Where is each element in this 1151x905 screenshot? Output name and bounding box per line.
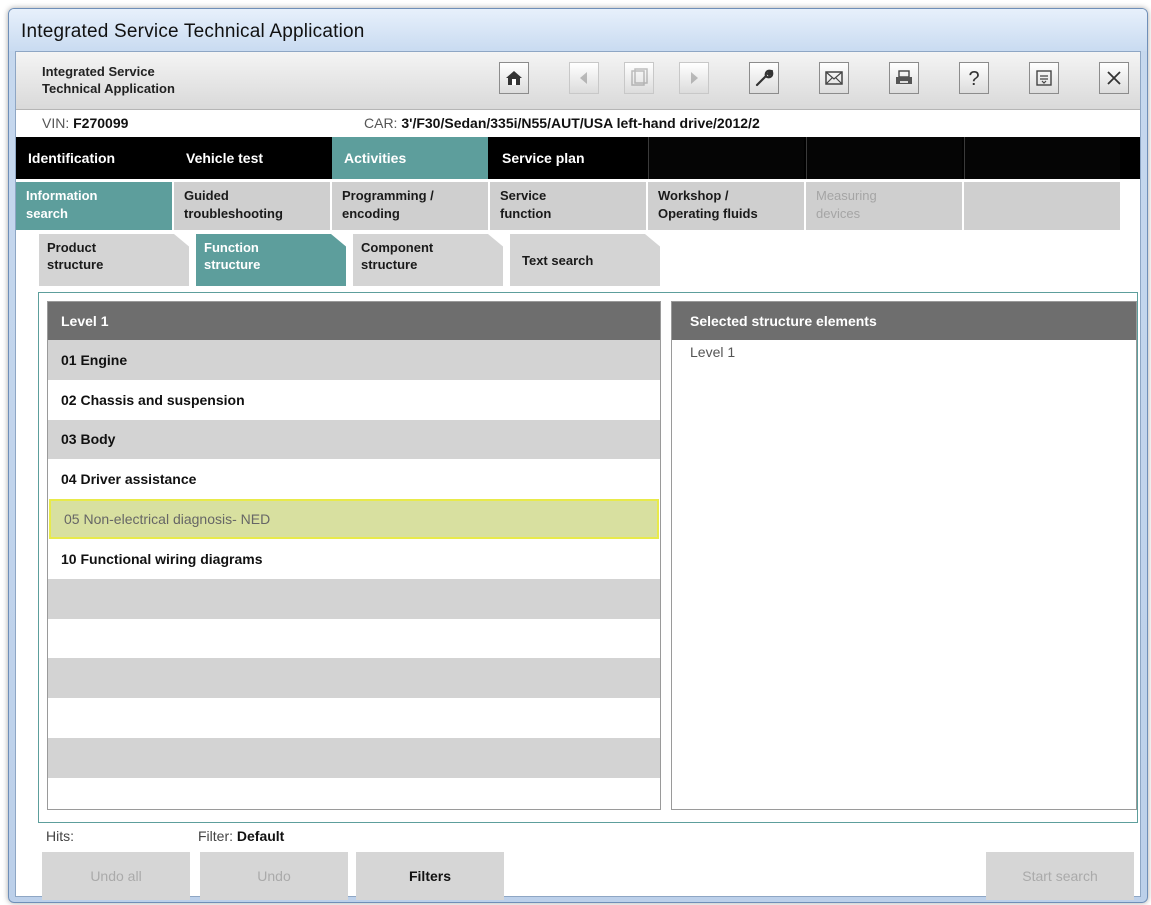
app-name: Integrated Service Technical Application [42,64,175,96]
message-button[interactable] [819,62,849,94]
help-icon: ? [968,68,979,89]
close-button[interactable] [1099,62,1129,94]
back-icon [580,72,587,84]
selected-panel-header: Selected structure elements [672,302,1136,340]
subtab-programming-encoding[interactable]: Programming / encoding [332,182,488,230]
subtab-information-search[interactable]: Information search [16,182,172,230]
print-button[interactable] [889,62,919,94]
subtab-guided-troubleshooting[interactable]: Guided troubleshooting [174,182,330,230]
help-button[interactable]: ? [959,62,989,94]
list-item[interactable]: 04 Driver assistance [48,459,660,500]
window-title: Integrated Service Technical Application [21,21,365,42]
window-titlebar[interactable]: Integrated Service Technical Application [9,9,1147,51]
minimize-icon [1036,70,1052,86]
selected-elements-list: Level 1 [672,340,1136,360]
forward-icon [691,72,698,84]
vin-label: VIN: [42,115,70,131]
close-icon [1107,71,1121,85]
selected-elements-panel: Selected structure elements Level 1 [671,301,1137,810]
vin-display: VIN: F270099 [42,115,128,131]
filters-button[interactable]: Filters [356,852,504,900]
history-button[interactable] [624,62,654,94]
filter-display: Filter: Default [198,828,284,844]
tab-function-structure[interactable]: Function structure [196,234,346,286]
hits-label: Hits: [46,828,74,844]
application-window: Integrated Service Technical Application… [8,8,1148,903]
vehicle-info-bar: VIN: F270099 CAR: 3'/F30/Sedan/335i/N55/… [16,110,1140,136]
list-item[interactable]: 03 Body [48,419,660,460]
tab-empty [964,137,1120,179]
tab-component-structure[interactable]: Component structure [353,234,503,286]
car-value: 3'/F30/Sedan/335i/N55/AUT/USA left-hand … [401,115,760,131]
back-button[interactable] [569,62,599,94]
vin-value: F270099 [73,115,129,131]
car-display: CAR: 3'/F30/Sedan/335i/N55/AUT/USA left-… [364,115,760,131]
tab-text-search[interactable]: Text search [510,234,660,286]
list-item-empty [48,578,660,619]
undo-all-button[interactable]: Undo all [42,852,190,900]
level-panel-header: Level 1 [48,302,660,340]
level-list-panel: Level 1 01 Engine 02 Chassis and suspens… [47,301,661,810]
subtab-workshop-operating-fluids[interactable]: Workshop / Operating fluids [648,182,804,230]
tab-empty [806,137,962,179]
print-icon [896,70,912,84]
envelope-icon [825,71,843,85]
selected-element: Level 1 [690,344,736,360]
tab-identification[interactable]: Identification [16,137,172,179]
list-item-empty [48,698,660,738]
list-item-empty [48,618,660,659]
subtab-service-function[interactable]: Service function [490,182,646,230]
tab-service-plan[interactable]: Service plan [490,137,646,179]
list-item[interactable]: 10 Functional wiring diagrams [48,538,660,579]
tab-empty [648,137,804,179]
structure-tab-bar: Product structure Function structure Com… [16,234,1140,286]
list-item-selected[interactable]: 05 Non-electrical diagnosis- NED [49,499,659,539]
svg-text:?: ? [968,68,979,89]
sub-tab-bar: Information search Guided troubleshootin… [16,182,1140,230]
tools-button[interactable] [749,62,779,94]
tab-activities[interactable]: Activities [332,137,488,179]
subtab-empty [964,182,1120,230]
home-icon [506,71,522,85]
history-icon [631,68,648,86]
main-tab-bar: Identification Vehicle test Activities S… [16,137,1140,179]
car-label: CAR: [364,115,398,131]
list-item-empty [48,737,660,778]
wrench-icon [755,69,774,87]
undo-button[interactable]: Undo [200,852,348,900]
start-search-button[interactable]: Start search [986,852,1134,900]
list-item[interactable]: 02 Chassis and suspension [48,379,660,420]
list-item-empty [48,658,660,699]
content-frame: Level 1 01 Engine 02 Chassis and suspens… [38,292,1138,823]
subtab-measuring-devices: Measuring devices [806,182,962,230]
filter-value: Default [236,828,285,844]
client-area: Integrated Service Technical Application [15,51,1141,900]
minimize-button[interactable] [1029,62,1059,94]
list-item[interactable]: 01 Engine [48,340,660,380]
list-item-empty [48,777,660,809]
tab-product-structure[interactable]: Product structure [39,234,189,286]
tab-vehicle-test[interactable]: Vehicle test [174,137,330,179]
app-header: Integrated Service Technical Application [16,52,1140,110]
forward-button[interactable] [679,62,709,94]
home-button[interactable] [499,62,529,94]
filter-label: Filter: [198,828,233,844]
